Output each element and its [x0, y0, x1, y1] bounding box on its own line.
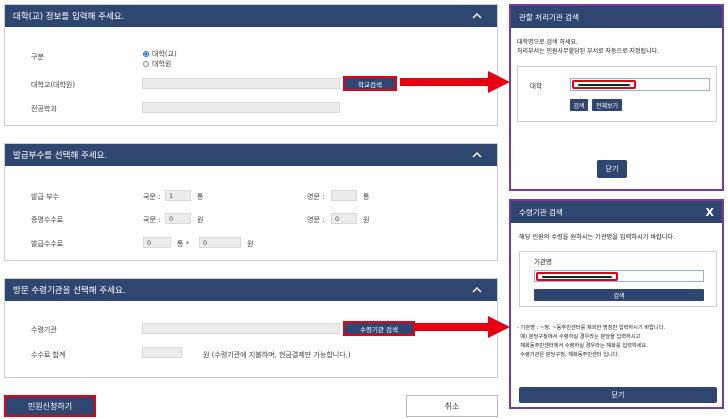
agency-input-highlight [536, 272, 618, 281]
university-info-panel: 대학(교) 정보를 입력해 주세요. 구분 대학(교) 대학원 대학교(대학원)… [4, 4, 498, 126]
total-fee-label: 수수료 합계 [31, 351, 66, 359]
major-input[interactable] [142, 102, 340, 113]
university-info-title: 대학(교) 정보를 입력해 주세요. [13, 12, 125, 22]
cert-fee-korean-label: 국문 : [143, 216, 161, 224]
agency-note-4: 수령기관은 분당구청, 해화동주민센터 입니다. [517, 352, 620, 358]
agency-search-button[interactable]: 수령기관 검색 [343, 321, 415, 336]
arrow-right-icon [414, 316, 510, 338]
radio-graduate[interactable] [143, 61, 149, 67]
agency-label: 수령기관 [31, 326, 57, 334]
total-fee-value [142, 347, 182, 358]
agency-dialog-title: 수령기관 검색 [519, 207, 563, 217]
jurisdiction-search-button[interactable]: 검색 [570, 99, 588, 111]
total-fee-note: 원 (수령기관에 지불하며, 현금결제만 가능합니다.) [203, 351, 351, 359]
agency-note-1: - 기관명 : ~청, ~동주민센터를 제외한 명칭만 입력하시기 바랍니다. [517, 325, 666, 331]
jurisdiction-close-button[interactable]: 닫기 [597, 160, 627, 178]
issue-fee-unit: 원 [247, 240, 254, 248]
univ-label: 대학교(대학원) [31, 81, 76, 89]
chevron-up-icon[interactable] [469, 9, 487, 23]
major-label: 전공학과 [31, 105, 57, 113]
copies-title: 발급부수를 선택해 주세요. [13, 151, 108, 161]
radio-university[interactable] [143, 51, 149, 57]
type-option-university-label: 대학(교) [152, 50, 177, 58]
cert-fee-korean-value: 0 [165, 213, 191, 224]
copies-korean-unit: 통 [197, 193, 204, 201]
chevron-up-icon[interactable] [469, 283, 487, 297]
jurisdiction-dialog-title: 관할 처리기관 검색 [519, 12, 579, 22]
agency-input[interactable] [142, 323, 340, 334]
chevron-up-icon[interactable] [469, 148, 487, 162]
jurisdiction-field-label: 대학 [530, 82, 542, 90]
copies-panel: 발급부수를 선택해 주세요. 발급 부수 국문 : 1 통 영문 : 통 증명수… [4, 143, 498, 261]
jurisdiction-desc-2: 처리부서는 민원사무할당된 부서로 자동으로 지정됩니다. [517, 48, 660, 55]
type-label: 구분 [31, 53, 44, 61]
copies-english-unit: 통 [363, 193, 370, 201]
cert-fee-english-label: 영문 : [307, 216, 325, 224]
type-option-university[interactable]: 대학(교) [143, 49, 177, 59]
school-search-button[interactable]: 학교검색 [343, 76, 397, 91]
issue-fee-multiplier: 통 * [177, 240, 190, 248]
type-option-graduate[interactable]: 대학원 [143, 59, 171, 69]
close-icon[interactable]: X [706, 206, 714, 219]
agency-header[interactable]: 방문 수령기관을 선택해 주세요. [5, 279, 497, 301]
issue-fee-count: 0 [143, 237, 171, 248]
agency-search-dialog: 수령기관 검색 X 해당 민원의 수령을 원하시는 기관명을 입력하시기 바랍니… [509, 199, 724, 409]
arrow-right-icon [400, 71, 510, 93]
agency-note-3: 해화동주민센터에서 수령하실 경우라는 해화를 입력하세요. [517, 343, 648, 349]
type-option-graduate-label: 대학원 [152, 60, 172, 68]
jurisdiction-desc-1: 대학명으로 검색 하세요. [517, 39, 578, 46]
cancel-button[interactable]: 취소 [406, 395, 498, 417]
univ-input[interactable] [142, 78, 340, 89]
cert-fee-korean-unit: 원 [197, 216, 204, 224]
cert-fee-label: 증명수수료 [31, 216, 64, 224]
agency-dialog-header: 수령기관 검색 X [511, 201, 722, 223]
agency-search-box: 기관명 검색 [519, 251, 717, 307]
submit-button[interactable]: 민원신청하기 [4, 395, 96, 417]
issue-fee-amount: 0 [199, 237, 241, 248]
copies-header[interactable]: 발급부수를 선택해 주세요. [5, 144, 497, 166]
jurisdiction-dialog-header: 관할 처리기관 검색 [511, 6, 722, 28]
cert-fee-english-value: 0 [331, 213, 357, 224]
agency-title: 방문 수령기관을 선택해 주세요. [13, 286, 126, 296]
agency-dialog-close-button[interactable]: 닫기 [519, 387, 717, 403]
agency-note-2: 예) 분당구청에서 수령하실 경우라는 분당을 입력하시고 [517, 334, 641, 340]
university-info-header[interactable]: 대학(교) 정보를 입력해 주세요. [5, 5, 497, 27]
agency-dialog-desc: 해당 민원의 수령을 원하시는 기관명을 입력하시기 바랍니다. [519, 234, 676, 241]
copies-korean-label: 국문 : [143, 193, 161, 201]
copies-english-label: 영문 : [307, 193, 325, 201]
cert-fee-english-unit: 원 [363, 216, 370, 224]
issue-fee-label: 발급수수료 [31, 240, 64, 248]
jurisdiction-all-button[interactable]: 전체보기 [592, 99, 622, 111]
copies-label: 발급 부수 [31, 193, 59, 201]
copies-korean-input[interactable]: 1 [165, 190, 191, 201]
agency-field-label: 기관명 [534, 258, 552, 266]
agency-dialog-search-button[interactable]: 검색 [534, 289, 704, 301]
jurisdiction-search-dialog: 관할 처리기관 검색 대학명으로 검색 하세요. 처리부서는 민원사무할당된 부… [509, 4, 724, 191]
jurisdiction-search-box: 대학 검색 전체보기 [517, 66, 717, 122]
jurisdiction-input-highlight [572, 80, 636, 89]
copies-english-input[interactable] [331, 190, 357, 201]
